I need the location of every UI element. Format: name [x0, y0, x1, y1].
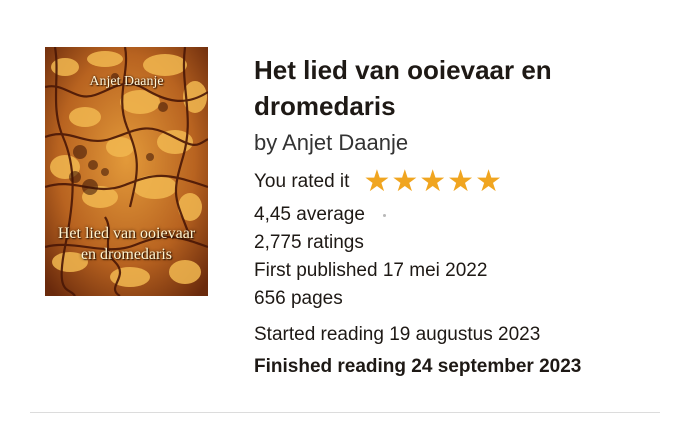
separator-dot [382, 213, 386, 217]
finished-reading-date: Finished reading 24 september 2023 [254, 356, 582, 377]
cover-title-line: en dromedaris [80, 246, 173, 263]
book-info: Het lied van ooievaar en dromedaris by A… [254, 52, 674, 381]
cover-title-line: Het lied van ooievaar [57, 225, 196, 242]
book-title[interactable]: Het lied van ooievaar en dromedaris [254, 52, 674, 124]
average-rating: 4,45 average [254, 204, 365, 225]
author-link[interactable]: by Anjet Daanje [254, 128, 674, 158]
ratings-count[interactable]: 2,775 ratings [254, 229, 674, 257]
page-count: 656 pages [254, 288, 343, 309]
book-cover-image[interactable]: Anjet Daanje Het lied van ooievaar en dr… [45, 47, 208, 296]
first-published: First published 17 mei 2022 [254, 260, 488, 281]
star-icon[interactable]: ★ [475, 167, 502, 197]
user-rating-row: You rated it ★ ★ ★ ★ ★ [254, 165, 674, 199]
star-icon[interactable]: ★ [391, 167, 418, 197]
average-rating-row: 4,45 average [254, 201, 674, 229]
rated-label: You rated it [254, 171, 350, 192]
cover-author-text: Anjet Daanje [89, 74, 164, 89]
divider [30, 412, 660, 413]
star-icon[interactable]: ★ [419, 167, 446, 197]
star-icon[interactable]: ★ [363, 167, 390, 197]
cover-title-text: Het lied van ooievaar en dromedaris [51, 223, 202, 265]
star-icon[interactable]: ★ [447, 167, 474, 197]
started-reading-date: Started reading 19 augustus 2023 [254, 324, 541, 345]
star-rating[interactable]: ★ ★ ★ ★ ★ [363, 167, 503, 197]
